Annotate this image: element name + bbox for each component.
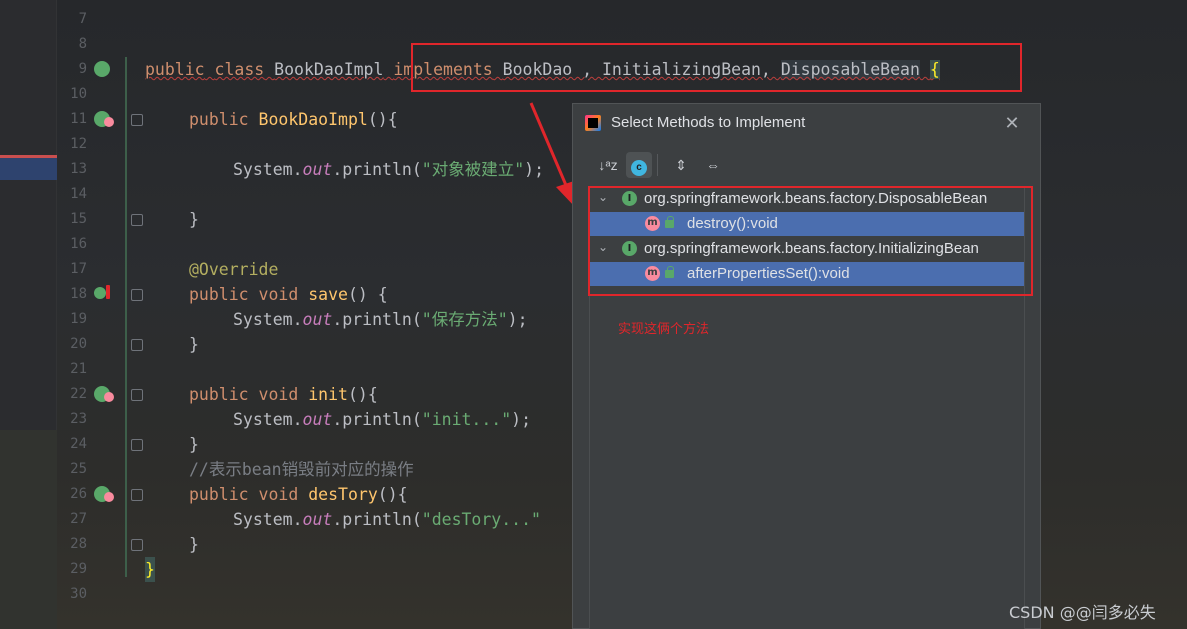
intellij-logo-icon — [585, 115, 601, 131]
close-button[interactable]: ✕ — [1001, 112, 1023, 134]
class-icon: c — [631, 160, 647, 176]
collapse-all-button[interactable]: ⇔ — [700, 152, 726, 178]
toolbar-separator — [657, 154, 658, 176]
watermark: CSDN @@闫多必失 — [1009, 603, 1156, 622]
show-classes-button[interactable]: c — [626, 152, 652, 178]
dialog-title: Select Methods to Implement — [611, 114, 806, 131]
select-methods-dialog[interactable]: Select Methods to Implement ✕ ↓ᵃz c ⇕ ⇔ … — [572, 103, 1041, 629]
sort-alphabetically-button[interactable]: ↓ᵃz — [595, 152, 621, 178]
annotation-text: 实现这俩个方法 — [618, 322, 710, 337]
expand-all-button[interactable]: ⇕ — [668, 152, 694, 178]
dialog-title-bar[interactable]: Select Methods to Implement ✕ — [573, 104, 1040, 144]
highlight-box-methods — [588, 186, 1033, 296]
